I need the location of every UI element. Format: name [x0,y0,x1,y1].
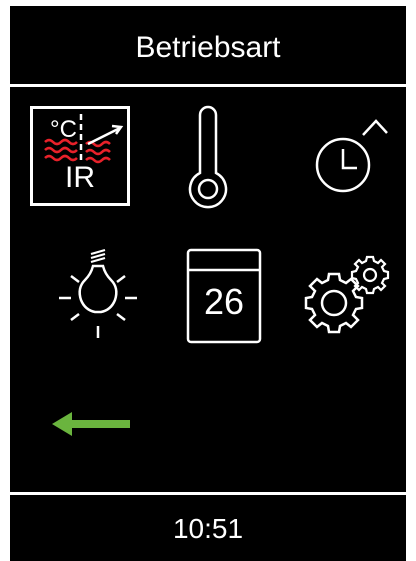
clock-timer-icon [315,119,388,193]
ir-label: IR [65,161,95,194]
clock-time: 10:51 [172,512,244,544]
footer-divider [10,492,406,495]
temperature-tile[interactable] [158,105,258,209]
thermometer-icon [188,105,228,209]
header-divider [10,84,406,87]
celsius-label: °C [50,116,77,143]
calendar-tile[interactable]: 26 [174,246,274,346]
page-title: Betriebsart [135,31,281,64]
ir-heating-icon: °C IR [30,106,130,206]
calendar-day: 26 [203,281,245,322]
back-button[interactable] [52,402,138,446]
timer-tile[interactable] [300,106,400,206]
ir-mode-tile[interactable]: °C IR [30,106,130,206]
display-screen: Betriebsart °C IR 26 10:51 [10,6,406,561]
light-bulb-icon [59,248,137,338]
settings-tile[interactable] [294,246,394,346]
gears-icon [304,255,390,334]
back-arrow-icon [52,412,130,436]
light-tile[interactable] [48,246,148,346]
calendar-icon: 26 [184,246,264,346]
